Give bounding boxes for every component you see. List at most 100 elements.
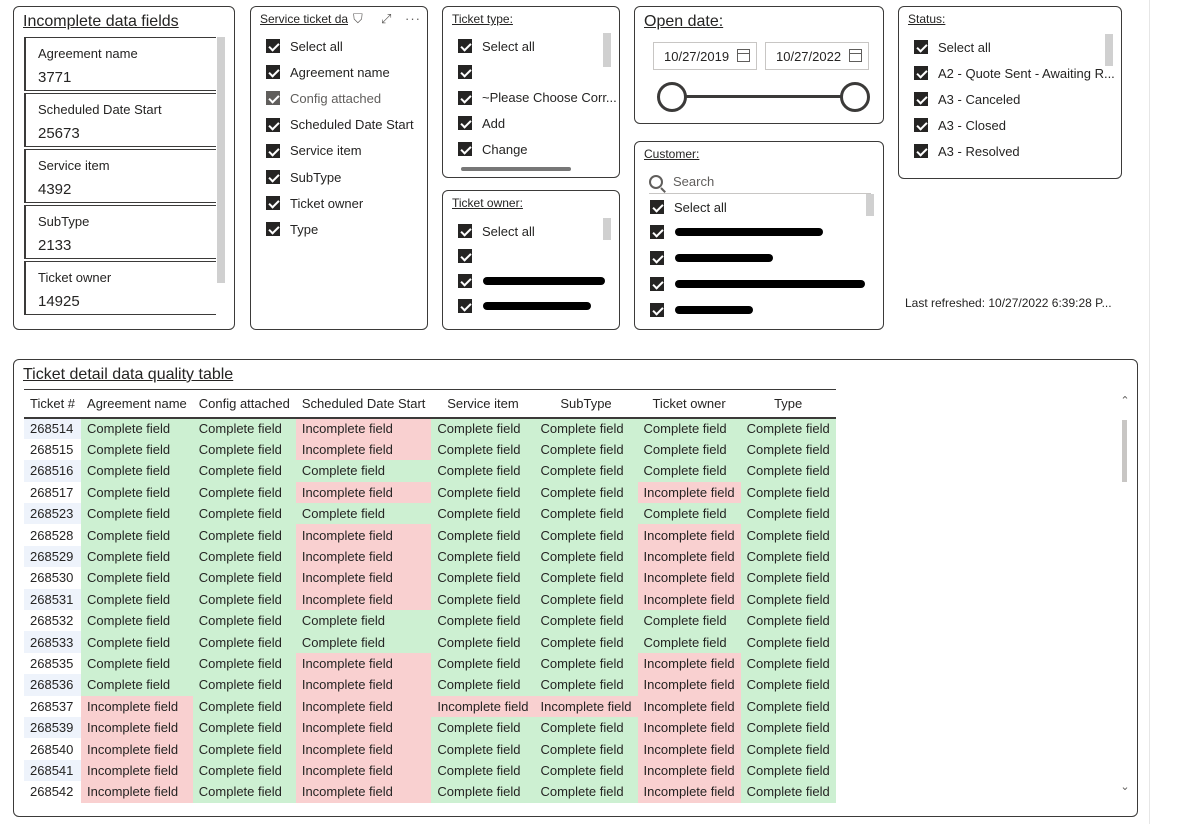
table-scrollbar[interactable]: ⌃ ⌄ — [1119, 390, 1131, 808]
checkbox-checked-icon[interactable] — [458, 64, 472, 79]
table-row[interactable]: 268539 Incomplete field Complete field Inco… — [24, 716, 836, 739]
scroll-up-icon[interactable]: ⌃ — [1119, 394, 1131, 407]
table-row[interactable]: 268530 Complete field Complete field Incomp… — [24, 567, 836, 589]
checkbox-checked-icon[interactable] — [650, 303, 664, 317]
kpi-scrollbar[interactable] — [217, 37, 225, 283]
date-range-track[interactable] — [671, 95, 857, 98]
kpi-card[interactable]: SubType 2133 — [24, 205, 216, 259]
table-row[interactable]: 268514 Complete field Complete field Incomp… — [24, 417, 836, 439]
checkbox-checked-icon[interactable] — [914, 40, 928, 54]
slicer-option[interactable] — [458, 61, 482, 83]
focus-mode-icon[interactable]: ⤢ — [381, 11, 391, 27]
slicer-option[interactable]: Ticket owner — [266, 192, 363, 214]
slicer-option[interactable]: A3 - Resolved — [914, 140, 1020, 162]
slicer-option-redacted[interactable] — [650, 273, 674, 295]
table-row[interactable]: 268523 Complete field Complete field Comple… — [24, 503, 836, 525]
scroll-down-icon[interactable]: ⌄ — [1119, 780, 1131, 793]
slicer-option[interactable]: A3 - Canceled — [914, 88, 1020, 110]
slicer-option[interactable]: Add — [458, 112, 505, 134]
table-row[interactable]: 268533 Complete field Complete field Comple… — [24, 631, 836, 653]
start-date-input[interactable]: 10/27/2019 — [653, 42, 757, 70]
slicer-option[interactable]: SubType — [266, 166, 341, 188]
ticket-type-scrollbar[interactable] — [603, 33, 611, 67]
column-header[interactable]: Service item — [431, 389, 535, 419]
end-date-handle[interactable] — [840, 82, 870, 112]
customer-search-input[interactable]: Search — [649, 170, 871, 194]
checkbox-checked-icon[interactable] — [458, 249, 472, 263]
checkbox-checked-icon[interactable] — [266, 65, 280, 80]
checkbox-checked-icon[interactable] — [914, 66, 928, 80]
more-options-icon[interactable]: ··· — [405, 11, 421, 26]
slicer-option[interactable]: Select all — [266, 35, 343, 57]
checkbox-checked-icon[interactable] — [266, 39, 280, 53]
table-row[interactable]: 268528 Complete field Complete field Incomp… — [24, 524, 836, 546]
checkbox-checked-icon[interactable] — [266, 222, 280, 237]
table-row[interactable]: 268529 Complete field Complete field Incomp… — [24, 545, 836, 568]
checkbox-checked-icon[interactable] — [458, 90, 472, 105]
column-header[interactable]: Ticket owner — [637, 389, 741, 419]
slicer-option[interactable]: Agreement name — [266, 61, 390, 83]
checkbox-checked-icon[interactable] — [650, 251, 664, 265]
customer-scrollbar[interactable] — [866, 194, 874, 216]
slicer-option[interactable]: Select all — [458, 35, 535, 57]
slicer-option-redacted[interactable] — [458, 295, 482, 317]
table-row[interactable]: 268537 Incomplete field Complete field Inco… — [24, 695, 836, 717]
checkbox-checked-icon[interactable] — [914, 92, 928, 106]
column-header[interactable]: Config attached — [192, 389, 296, 419]
checkbox-checked-icon[interactable] — [458, 224, 472, 238]
kpi-card[interactable]: Service item 4392 — [24, 149, 216, 203]
calendar-icon[interactable] — [737, 49, 750, 62]
table-row[interactable]: 268535 Complete field Complete field Incomp… — [24, 652, 836, 675]
status-scrollbar[interactable] — [1105, 34, 1113, 66]
checkbox-checked-icon[interactable] — [458, 39, 472, 53]
table-row[interactable]: 268516 Complete field Complete field Comple… — [24, 460, 836, 482]
slicer-option[interactable]: Select all — [458, 220, 535, 242]
slicer-option[interactable]: ~Please Choose Corr... — [458, 87, 617, 109]
checkbox-checked-icon[interactable] — [266, 196, 280, 211]
column-header[interactable]: Type — [740, 389, 836, 419]
slicer-option-redacted[interactable] — [458, 270, 482, 292]
kpi-card[interactable]: Agreement name 3771 — [24, 37, 216, 91]
table-row[interactable]: 268531 Complete field Complete field Incomp… — [24, 588, 836, 611]
slicer-option[interactable]: Change — [458, 138, 528, 160]
checkbox-checked-icon[interactable] — [650, 200, 664, 214]
checkbox-checked-icon[interactable] — [914, 144, 928, 158]
checkbox-checked-icon[interactable] — [266, 143, 280, 158]
column-header[interactable]: SubType — [534, 389, 638, 419]
start-date-handle[interactable] — [657, 82, 687, 112]
table-row[interactable]: 268542 Incomplete field Complete field Inco… — [24, 781, 836, 803]
table-row[interactable]: 268541 Incomplete field Complete field Inco… — [24, 759, 836, 782]
table-row[interactable]: 268536 Complete field Complete field Incomp… — [24, 674, 836, 696]
slicer-option-redacted[interactable] — [650, 221, 674, 243]
slicer-option[interactable]: Scheduled Date Start — [266, 114, 414, 136]
filter-icon[interactable]: ⛉ — [353, 11, 363, 27]
end-date-input[interactable]: 10/27/2022 — [765, 42, 869, 70]
checkbox-checked-icon[interactable] — [458, 299, 472, 313]
slicer-option[interactable]: Select all — [914, 36, 991, 58]
table-scroll-thumb[interactable] — [1122, 420, 1127, 482]
column-header[interactable]: Agreement name — [81, 389, 193, 419]
column-header[interactable]: Scheduled Date Start — [295, 389, 432, 419]
checkbox-checked-icon[interactable] — [914, 118, 928, 132]
checkbox-checked-icon[interactable] — [266, 117, 280, 132]
checkbox-checked-icon[interactable] — [458, 274, 472, 288]
table-row[interactable]: 268515 Complete field Complete field Incomp… — [24, 438, 836, 461]
slicer-option-redacted[interactable] — [650, 299, 674, 321]
table-row[interactable]: 268517 Complete field Complete field Incomp… — [24, 481, 836, 504]
kpi-card[interactable]: Ticket owner 14925 — [24, 261, 216, 315]
checkbox-checked-icon[interactable] — [266, 170, 280, 184]
table-row[interactable]: 268540 Incomplete field Complete field Inco… — [24, 738, 836, 760]
column-header[interactable]: Ticket # — [24, 389, 82, 419]
slicer-option[interactable]: Config attached — [266, 87, 381, 109]
calendar-icon[interactable] — [849, 49, 862, 62]
checkbox-checked-icon[interactable] — [458, 142, 472, 157]
slicer-option[interactable]: Select all — [650, 196, 727, 218]
kpi-card[interactable]: Scheduled Date Start 25673 — [24, 93, 216, 147]
checkbox-checked-icon[interactable] — [266, 91, 280, 106]
slicer-option[interactable]: Service item — [266, 140, 362, 162]
table-row[interactable]: 268532 Complete field Complete field Comple… — [24, 610, 836, 632]
slicer-option-redacted[interactable] — [650, 247, 674, 269]
slicer-option[interactable] — [458, 245, 482, 267]
slicer-option[interactable]: Type — [266, 218, 318, 240]
ticket-owner-scrollbar[interactable] — [603, 218, 611, 240]
